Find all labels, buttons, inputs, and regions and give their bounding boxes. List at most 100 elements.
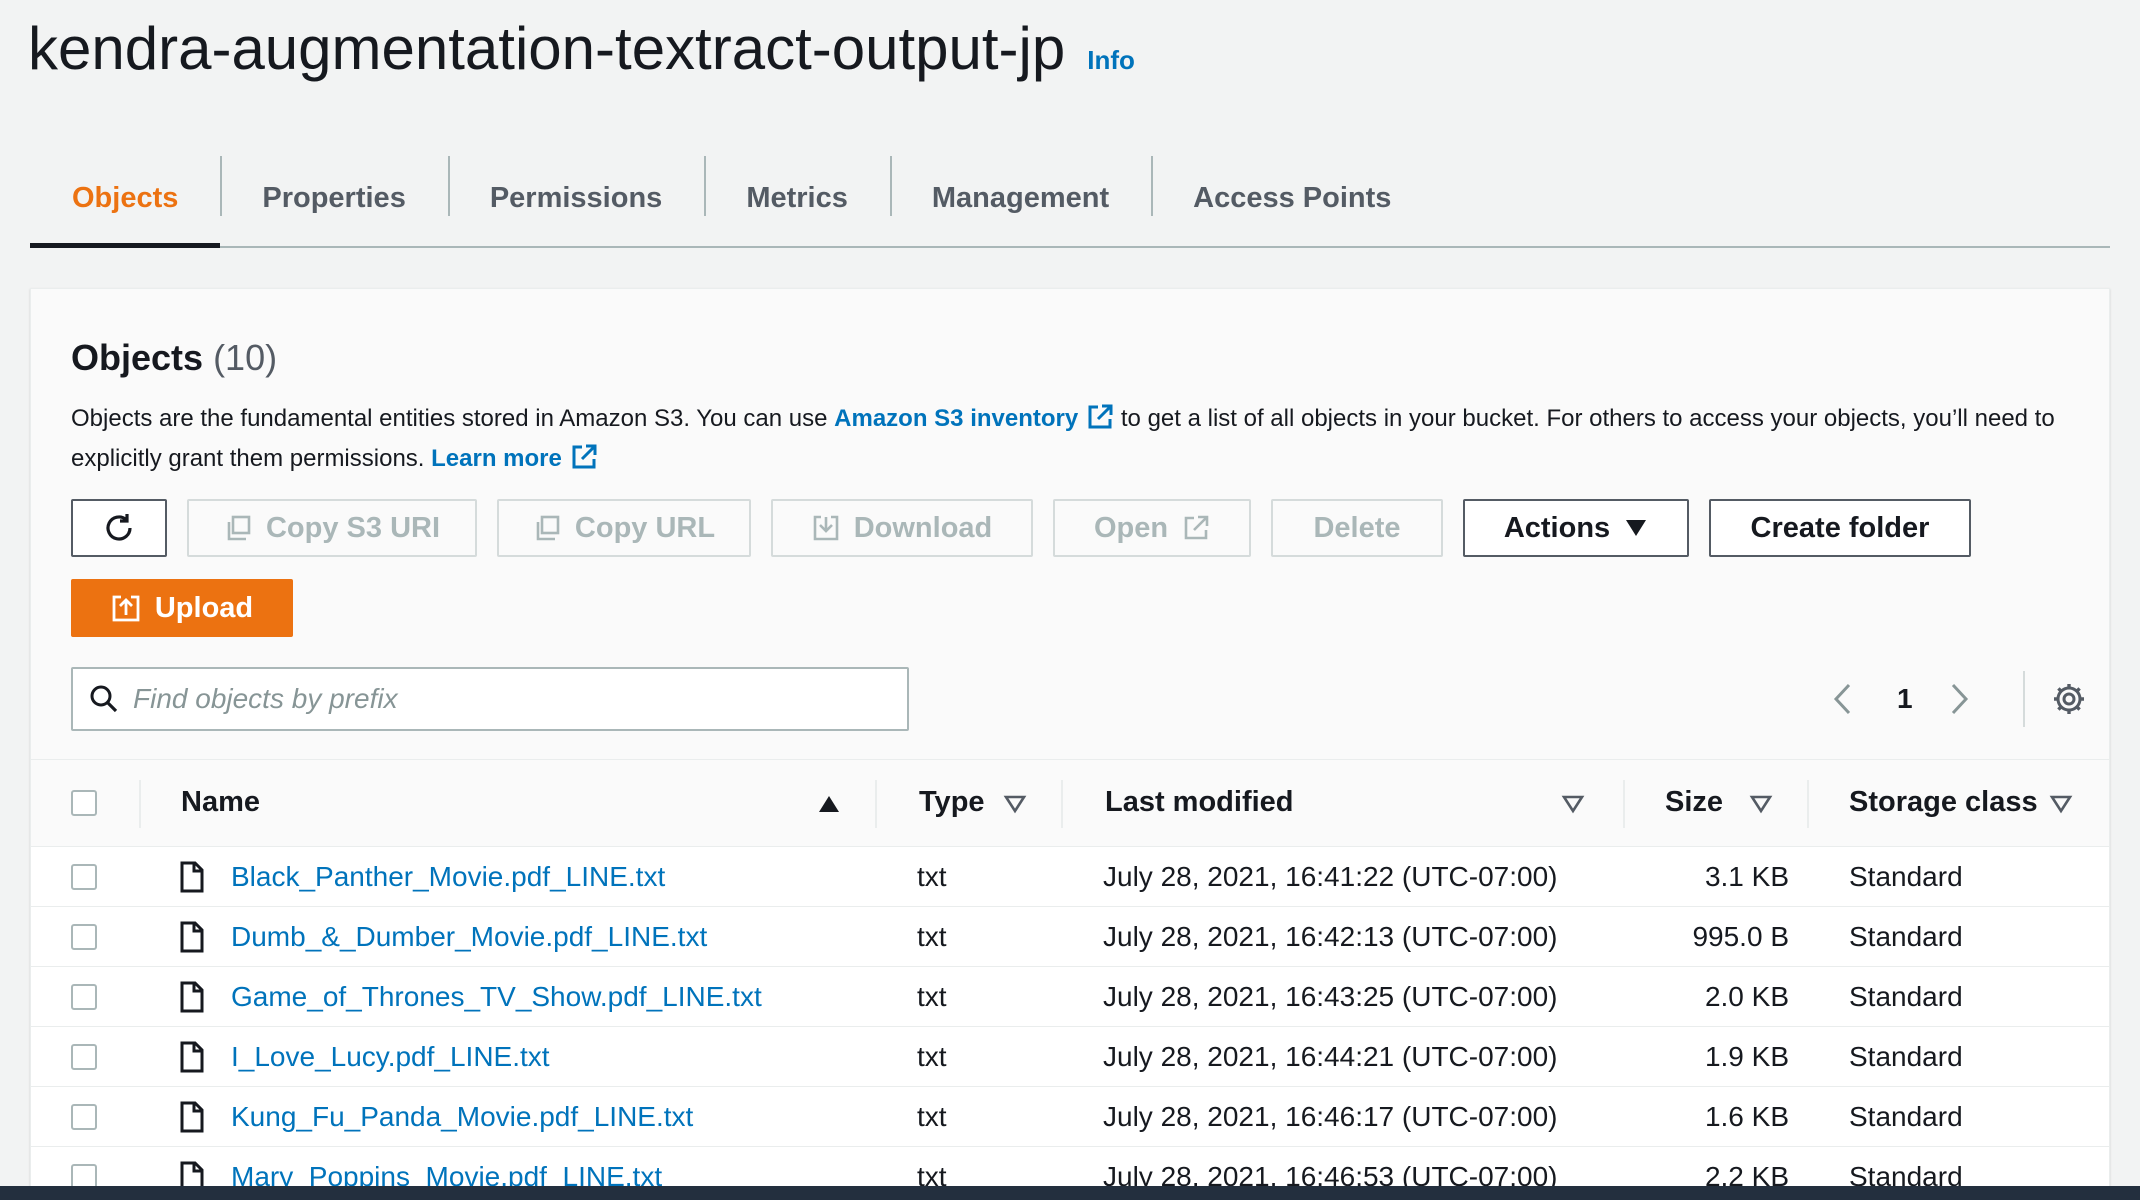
open-label: Open	[1093, 511, 1169, 544]
file-icon	[180, 981, 204, 1013]
copy-url-label: Copy URL	[574, 511, 716, 544]
external-link-icon	[1088, 404, 1113, 429]
column-divider	[139, 780, 141, 828]
table-header: Name Type Last modified Size Storage cla…	[31, 759, 2109, 847]
object-name-link[interactable]: Dumb_&_Dumber_Movie.pdf_LINE.txt	[231, 907, 707, 967]
copy-url-button[interactable]: Copy URL	[497, 499, 751, 557]
object-size: 2.0 KB	[1704, 981, 1789, 1012]
object-storage-class: Standard	[1849, 921, 1963, 952]
tab-access-points[interactable]: Access Points	[1151, 150, 1433, 246]
object-type: txt	[917, 1041, 947, 1072]
bottom-bar	[0, 1186, 2140, 1200]
object-size: 995.0 B	[1692, 921, 1789, 952]
sort-icon[interactable]	[1749, 794, 1773, 814]
delete-button[interactable]: Delete	[1271, 499, 1443, 557]
column-size[interactable]: Size	[1665, 786, 1723, 819]
current-page-number[interactable]: 1	[1897, 683, 1913, 715]
sort-icon[interactable]	[1003, 794, 1027, 814]
row-checkbox[interactable]	[71, 924, 97, 950]
open-button[interactable]: Open	[1053, 499, 1251, 557]
objects-count: (10)	[213, 337, 278, 378]
objects-description: Objects are the fundamental entities sto…	[71, 399, 2071, 479]
table-body: Black_Panther_Movie.pdf_LINE.txt txt Jul…	[31, 847, 2109, 1200]
table-row[interactable]: I_Love_Lucy.pdf_LINE.txt txt July 28, 20…	[31, 1027, 2109, 1087]
object-storage-class: Standard	[1849, 981, 1963, 1012]
table-row[interactable]: Game_of_Thrones_TV_Show.pdf_LINE.txt txt…	[31, 967, 2109, 1027]
object-name-link[interactable]: Black_Panther_Movie.pdf_LINE.txt	[231, 847, 665, 907]
object-last-modified: July 28, 2021, 16:44:21 (UTC-07:00)	[1103, 1041, 1558, 1072]
refresh-button[interactable]	[71, 499, 167, 557]
table-row[interactable]: Dumb_&_Dumber_Movie.pdf_LINE.txt txt Jul…	[31, 907, 2109, 967]
pagination: 1	[1789, 667, 2109, 731]
row-checkbox[interactable]	[71, 1044, 97, 1070]
chevron-right-icon[interactable]	[1947, 682, 1971, 716]
chevron-left-icon[interactable]	[1831, 682, 1855, 716]
objects-heading: Objects (10)	[71, 337, 277, 379]
download-button[interactable]: Download	[771, 499, 1033, 557]
table-row[interactable]: Black_Panther_Movie.pdf_LINE.txt txt Jul…	[31, 847, 2109, 907]
column-last-modified[interactable]: Last modified	[1105, 786, 1294, 819]
object-name-link[interactable]: I_Love_Lucy.pdf_LINE.txt	[231, 1027, 550, 1087]
caret-down-icon	[1626, 520, 1647, 536]
learn-more-link-label: Learn more	[431, 445, 562, 472]
column-type[interactable]: Type	[919, 786, 985, 819]
upload-button[interactable]: Upload	[71, 579, 293, 637]
create-folder-label: Create folder	[1750, 511, 1930, 544]
file-icon	[180, 861, 204, 893]
tab-properties[interactable]: Properties	[220, 150, 447, 246]
object-size: 1.9 KB	[1704, 1041, 1789, 1072]
create-folder-button[interactable]: Create folder	[1709, 499, 1971, 557]
object-name-link[interactable]: Game_of_Thrones_TV_Show.pdf_LINE.txt	[231, 967, 762, 1027]
search-input[interactable]	[133, 683, 893, 715]
page-title: kendra-augmentation-textract-output-jp	[28, 15, 1066, 82]
sort-icon[interactable]	[1561, 794, 1585, 814]
file-icon	[180, 1101, 204, 1133]
copy-s3-uri-button[interactable]: Copy S3 URI	[187, 499, 477, 557]
actions-label: Actions	[1503, 511, 1611, 544]
learn-more-link[interactable]: Learn more	[431, 444, 598, 472]
row-checkbox[interactable]	[71, 1104, 97, 1130]
objects-table: Name Type Last modified Size Storage cla…	[31, 759, 2109, 1200]
tab-permissions[interactable]: Permissions	[447, 150, 704, 246]
actions-dropdown[interactable]: Actions	[1463, 499, 1689, 557]
row-checkbox[interactable]	[71, 864, 97, 890]
object-name-link[interactable]: Kung_Fu_Panda_Movie.pdf_LINE.txt	[231, 1087, 693, 1147]
column-name[interactable]: Name	[181, 786, 260, 819]
select-all-checkbox[interactable]	[71, 790, 97, 816]
objects-panel: Objects (10) Objects are the fundamental…	[30, 288, 2110, 1200]
copy-icon	[227, 515, 251, 541]
object-last-modified: July 28, 2021, 16:43:25 (UTC-07:00)	[1103, 981, 1558, 1012]
tab-metrics[interactable]: Metrics	[704, 150, 890, 246]
file-icon	[180, 1041, 204, 1073]
sort-ascending-icon[interactable]	[817, 794, 841, 814]
delete-label: Delete	[1313, 511, 1401, 544]
column-divider	[1807, 780, 1809, 828]
s3-inventory-link-label: Amazon S3 inventory	[834, 405, 1079, 432]
gear-icon[interactable]	[2051, 681, 2087, 717]
objects-title: Objects	[71, 337, 204, 378]
column-storage-class[interactable]: Storage class	[1849, 786, 2038, 819]
column-divider	[875, 780, 877, 828]
object-type: txt	[917, 921, 947, 952]
sort-icon[interactable]	[2049, 794, 2073, 814]
object-last-modified: July 28, 2021, 16:42:13 (UTC-07:00)	[1103, 921, 1558, 952]
copy-s3-uri-label: Copy S3 URI	[265, 511, 441, 544]
page-header: kendra-augmentation-textract-output-jp I…	[28, 14, 1135, 83]
search-icon	[90, 685, 118, 713]
bucket-tabs: Objects Properties Permissions Metrics M…	[30, 150, 2110, 248]
column-divider	[1061, 780, 1063, 828]
info-link[interactable]: Info	[1087, 45, 1135, 76]
object-type: txt	[917, 1101, 947, 1132]
row-checkbox[interactable]	[71, 984, 97, 1010]
object-last-modified: July 28, 2021, 16:46:17 (UTC-07:00)	[1103, 1101, 1558, 1132]
tab-objects[interactable]: Objects	[30, 150, 221, 248]
tab-management[interactable]: Management	[889, 150, 1151, 246]
object-storage-class: Standard	[1849, 861, 1963, 892]
file-icon	[180, 921, 204, 953]
table-row[interactable]: Kung_Fu_Panda_Movie.pdf_LINE.txt txt Jul…	[31, 1087, 2109, 1147]
upload-label: Upload	[154, 591, 254, 624]
object-storage-class: Standard	[1849, 1041, 1963, 1072]
external-link-icon	[572, 444, 597, 469]
search-box	[71, 667, 909, 731]
s3-inventory-link[interactable]: Amazon S3 inventory	[834, 404, 1114, 432]
